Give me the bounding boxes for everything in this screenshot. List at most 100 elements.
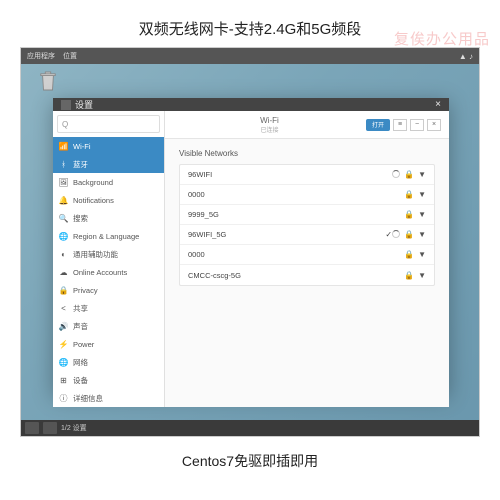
tray-icons[interactable]: ▲ ♪ xyxy=(459,52,473,61)
sidebar-item-13[interactable]: ⊞设备 xyxy=(53,371,164,389)
sidebar-item-1[interactable]: ᚼ 蓝牙 xyxy=(53,155,164,173)
sidebar-item-12[interactable]: 🌐 网络 xyxy=(53,353,164,371)
loading-icon xyxy=(392,230,400,238)
sidebar-item-label: 设备 xyxy=(73,375,88,386)
sidebar-item-label: Online Accounts xyxy=(73,268,127,277)
network-name: CMCC-cscg-5G xyxy=(188,271,404,280)
lock-icon: 🔒 xyxy=(404,250,414,259)
settings-window: 设置 × Q 📶 Wi-Fi ᚼ 蓝牙 🖼 Background 🔔 Notification… xyxy=(53,98,449,394)
header-minimize-button[interactable]: − xyxy=(410,119,424,131)
taskbar-label: 1/2 设置 xyxy=(61,423,87,433)
sidebar-item-icon: ⓘ xyxy=(59,394,68,403)
sidebar-item-14[interactable]: ⓘ 详细信息 xyxy=(53,389,164,407)
signal-icon: ▼ xyxy=(418,190,426,199)
network-name: 0000 xyxy=(188,250,404,259)
sidebar-item-3[interactable]: 🔔 Notifications xyxy=(53,191,164,209)
network-row[interactable]: 96WIFI 🔒 ▼ xyxy=(180,165,434,185)
menu-applications[interactable]: 应用程序 xyxy=(27,51,55,61)
sidebar-item-icon: ◐ xyxy=(59,250,68,259)
panel-header: Wi-Fi 已连接 打开 ≡ − × xyxy=(165,111,449,139)
sidebar-item-icon: ⚡ xyxy=(59,340,68,349)
taskbar[interactable]: 1/2 设置 xyxy=(21,420,479,436)
network-row[interactable]: 0000🔒 ▼ xyxy=(180,245,434,265)
window-title: 设置 xyxy=(75,98,93,111)
sidebar-item-icon: ᚼ xyxy=(59,160,68,169)
window-close-button[interactable]: × xyxy=(435,99,441,110)
sidebar-item-label: Wi-Fi xyxy=(73,142,91,151)
sidebar-item-label: 搜索 xyxy=(73,213,88,224)
sidebar-item-icon: 🔔 xyxy=(59,196,68,205)
sidebar-item-label: Region & Language xyxy=(73,232,139,241)
sidebar-item-label: Power xyxy=(73,340,94,349)
taskbar-button[interactable] xyxy=(43,422,57,434)
desktop-area: 应用程序 位置 ▲ ♪ 设置 × Q 📶 Wi-Fi ᚼ 蓝牙 🖼 Background 🔔… xyxy=(20,47,480,437)
lock-icon: 🔒 xyxy=(404,230,414,239)
network-row[interactable]: 0000🔒 ▼ xyxy=(180,185,434,205)
window-icon xyxy=(61,100,71,110)
sidebar-item-label: 声音 xyxy=(73,321,88,332)
lock-icon: 🔒 xyxy=(404,170,414,179)
menu-places[interactable]: 位置 xyxy=(63,51,77,61)
search-icon: Q xyxy=(62,120,68,129)
sidebar-item-label: Background xyxy=(73,178,113,187)
sidebar-item-11[interactable]: ⚡ Power xyxy=(53,335,164,353)
sidebar-search[interactable]: Q xyxy=(57,115,160,133)
network-row[interactable]: 9999_5G🔒▼ xyxy=(180,205,434,225)
visible-networks-label: Visible Networks xyxy=(179,149,435,158)
gnome-menubar[interactable]: 应用程序 位置 ▲ ♪ xyxy=(21,48,479,64)
settings-sidebar: Q 📶 Wi-Fi ᚼ 蓝牙 🖼 Background 🔔 Notifications 🔍 搜索 🌐… xyxy=(53,111,165,407)
sidebar-item-label: 通用辅助功能 xyxy=(73,249,118,260)
sidebar-item-4[interactable]: 🔍 搜索 xyxy=(53,209,164,227)
panel-subtitle: 已连接 xyxy=(173,125,366,134)
signal-icon: ▼ xyxy=(418,170,426,179)
header-close-button[interactable]: × xyxy=(427,119,441,131)
sidebar-item-10[interactable]: 🔊 声音 xyxy=(53,317,164,335)
signal-icon: ▼ xyxy=(418,250,426,259)
sidebar-item-icon: 🖼 xyxy=(59,178,68,187)
sidebar-item-icon: ☁ xyxy=(59,268,68,277)
network-list: 96WIFI🔒▼0000🔒▼9999_5G🔒▼96WIFI_5G✓🔒▼0000🔒… xyxy=(179,164,435,286)
network-row[interactable]: 96WIFI_5G ✓ 🔒 ▼ xyxy=(180,225,434,245)
watermark-text: 复俟办公用品 xyxy=(394,28,490,49)
window-titlebar[interactable]: 设置 × xyxy=(53,98,449,111)
sidebar-item-label: 详细信息 xyxy=(73,393,103,404)
sidebar-item-icon: 🔍 xyxy=(59,214,68,223)
sidebar-item-9[interactable]: < 共享 xyxy=(53,299,164,317)
signal-icon: ▼ xyxy=(418,271,426,280)
sidebar-item-icon: 🌐 xyxy=(59,358,68,367)
sidebar-item-7[interactable]: ☁ Online Accounts xyxy=(53,263,164,281)
lock-icon: 🔒 xyxy=(404,271,414,280)
page-bottom-title: Centos7免驱即插即用 xyxy=(0,437,500,485)
network-row[interactable]: CMCC-cscg-5G🔒 ▼ xyxy=(180,265,434,285)
trash-icon[interactable] xyxy=(39,70,57,92)
signal-icon: ▼ xyxy=(418,210,426,219)
sidebar-item-label: Privacy xyxy=(73,286,98,295)
network-name: 0000 xyxy=(188,190,404,199)
sidebar-item-6[interactable]: ◐ 通用辅助功能 xyxy=(53,245,164,263)
sidebar-item-2[interactable]: 🖼 Background xyxy=(53,173,164,191)
sidebar-item-8[interactable]: 🔒 Privacy xyxy=(53,281,164,299)
signal-icon: ▼ xyxy=(418,230,426,239)
panel-title: Wi-Fi xyxy=(173,116,366,125)
sidebar-item-label: 共享 xyxy=(73,303,88,314)
lock-icon: 🔒 xyxy=(404,190,414,199)
sidebar-item-0[interactable]: 📶 Wi-Fi xyxy=(53,137,164,155)
network-name: 96WIFI xyxy=(188,170,392,179)
header-menu-button[interactable]: ≡ xyxy=(393,119,407,131)
sidebar-item-icon: 🌐 xyxy=(59,232,68,241)
sidebar-item-icon: < xyxy=(59,304,68,313)
sidebar-item-icon: 📶 xyxy=(59,142,68,151)
network-name: 9999_5G xyxy=(188,210,404,219)
loading-icon xyxy=(392,170,400,178)
sidebar-item-label: 网络 xyxy=(73,357,88,368)
taskbar-button[interactable] xyxy=(25,422,39,434)
sidebar-item-label: 蓝牙 xyxy=(73,159,88,170)
connected-check-icon: ✓ xyxy=(385,230,392,239)
sidebar-item-5[interactable]: 🌐 Region & Language xyxy=(53,227,164,245)
sidebar-item-icon: 🔒 xyxy=(59,286,68,295)
network-name: 96WIFI_5G xyxy=(188,230,381,239)
sidebar-item-icon: 🔊 xyxy=(59,322,68,331)
wifi-toggle[interactable]: 打开 xyxy=(366,119,390,131)
sidebar-item-label: Notifications xyxy=(73,196,114,205)
settings-main-panel: Wi-Fi 已连接 打开 ≡ − × Visible Networks 96WI… xyxy=(165,111,449,407)
